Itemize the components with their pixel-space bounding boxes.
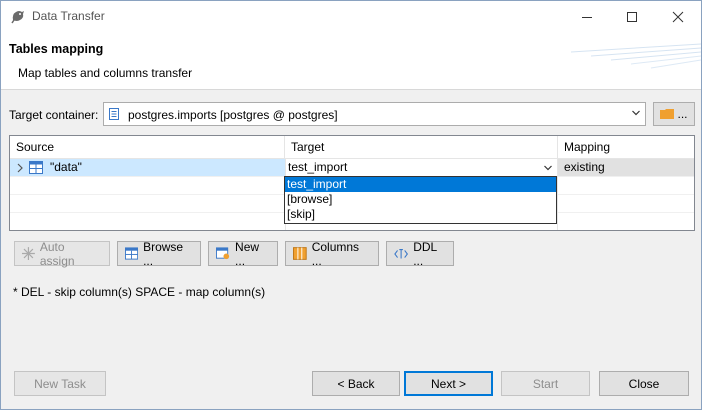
dropdown-option[interactable]: [browse]	[285, 192, 556, 207]
minimize-icon	[581, 16, 592, 18]
source-name: "data"	[50, 160, 82, 174]
column-header-mapping[interactable]: Mapping	[558, 136, 694, 158]
browse-label: Browse ...	[143, 239, 184, 268]
close-icon	[672, 11, 683, 22]
ddl-button[interactable]: DDL ...	[386, 239, 454, 268]
new-button[interactable]: New ...	[208, 239, 278, 268]
page-header: Tables mapping Map tables and columns tr…	[1, 32, 701, 90]
folder-icon	[660, 109, 675, 119]
target-container-value: postgres.imports [postgres @ postgres]	[128, 108, 338, 122]
columns-button[interactable]: Columns ...	[285, 239, 379, 268]
next-button[interactable]: Next >	[404, 371, 493, 396]
page-title: Tables mapping	[9, 42, 104, 56]
title-bar: Data Transfer	[1, 1, 701, 32]
target-cell-editor[interactable]: test_import	[286, 159, 557, 176]
mapping-value: existing	[564, 160, 605, 174]
close-button[interactable]: Close	[599, 371, 689, 396]
back-button[interactable]: < Back	[312, 371, 400, 396]
minimize-button[interactable]	[564, 1, 609, 32]
choose-container-label: ...	[677, 107, 688, 121]
page-subtitle: Map tables and columns transfer	[18, 66, 193, 80]
maximize-button[interactable]	[609, 1, 654, 32]
new-label: New ...	[235, 239, 260, 268]
window-title: Data Transfer	[32, 9, 105, 23]
dbeaver-icon	[11, 11, 24, 24]
column-header-target[interactable]: Target	[285, 136, 558, 158]
choose-container-button[interactable]: ...	[653, 102, 695, 126]
dropdown-option[interactable]: [skip]	[285, 207, 556, 222]
browse-button[interactable]: Browse ...	[117, 239, 201, 268]
close-label: Close	[628, 376, 660, 391]
close-window-button[interactable]	[655, 1, 700, 32]
target-dropdown-list[interactable]: test_import [browse] [skip]	[284, 176, 557, 224]
ddl-label: DDL ...	[413, 239, 437, 268]
new-task-label: New Task	[34, 376, 86, 391]
start-button[interactable]: Start	[501, 371, 590, 396]
column-header-source[interactable]: Source	[10, 136, 285, 158]
columns-label: Columns ...	[311, 239, 360, 268]
target-value: test_import	[288, 160, 348, 174]
auto-assign-label: Auto assign	[39, 239, 75, 268]
dropdown-option[interactable]: test_import	[285, 177, 556, 192]
new-task-button[interactable]: New Task	[14, 371, 106, 396]
table-row[interactable]: "data" test_import existing	[10, 159, 694, 177]
mapping-cell[interactable]: existing	[558, 159, 694, 176]
chevron-down-icon[interactable]	[543, 163, 553, 173]
back-label: < Back	[337, 376, 375, 391]
maximize-icon	[626, 11, 637, 22]
columns-icon	[293, 247, 307, 260]
table-icon	[29, 161, 43, 174]
target-container-select[interactable]: postgres.imports [postgres @ postgres]	[103, 102, 646, 126]
keyboard-hint: * DEL - skip column(s) SPACE - map colum…	[13, 285, 266, 299]
auto-assign-button[interactable]: Auto assign	[14, 239, 110, 268]
expand-chevron-icon[interactable]	[16, 163, 24, 173]
start-label: Start	[532, 376, 559, 391]
source-cell[interactable]: "data"	[10, 159, 284, 176]
sparkle-icon	[22, 247, 35, 260]
target-container-label: Target container:	[9, 108, 99, 122]
header-decoration	[570, 43, 701, 69]
next-label: Next >	[430, 376, 466, 391]
table-icon	[125, 247, 139, 260]
new-table-icon	[216, 247, 230, 260]
chevron-down-icon	[632, 110, 640, 116]
table-header: Source Target Mapping	[10, 136, 694, 159]
code-icon	[394, 248, 408, 258]
data-transfer-window: Data Transfer Tables mapping Map tables …	[0, 0, 702, 410]
schema-icon	[109, 108, 119, 120]
